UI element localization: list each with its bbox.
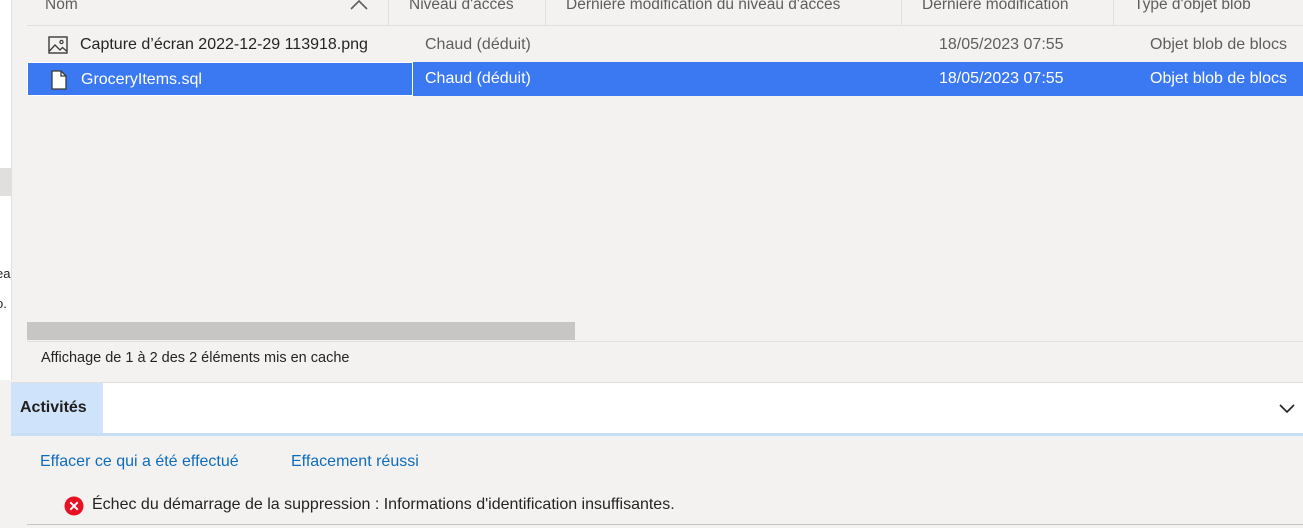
divider (27, 341, 1303, 342)
column-header-name[interactable]: Nom (27, 0, 388, 25)
nav-selected-item[interactable] (0, 168, 11, 196)
chevron-down-icon[interactable] (1277, 399, 1297, 419)
clear-successful-link[interactable]: Effacement réussi (291, 453, 419, 471)
cell-access-tier: Chaud (déduit) (425, 36, 531, 53)
status-text: Affichage de 1 à 2 des 2 éléments mis en… (41, 350, 350, 366)
cell-name[interactable]: GroceryItems.sql (27, 62, 413, 96)
cell-name[interactable]: Capture d’écran 2022-12-29 113918.png (27, 28, 413, 62)
column-header-label: Dernière modification du niveau d'accès (566, 0, 841, 13)
image-file-icon (48, 36, 68, 54)
error-icon (64, 496, 84, 516)
horizontal-scrollbar-thumb[interactable] (27, 322, 575, 340)
table-row-selected[interactable]: GroceryItems.sql Chaud (déduit) 18/05/20… (27, 62, 1303, 96)
column-header-access-tier[interactable]: Niveau d'accès (388, 0, 545, 25)
activities-header: Activités (11, 382, 1303, 436)
table-header: Nom Niveau d'accès Dernière modification… (27, 0, 1303, 26)
chevron-up-icon[interactable] (348, 0, 370, 16)
cell-last-modified: 18/05/2023 07:55 (939, 36, 1064, 53)
column-header-tier-modified[interactable]: Dernière modification du niveau d'accès (545, 0, 901, 25)
cell-access-tier: Chaud (déduit) (425, 70, 531, 87)
left-navigation-pane: ea o. (0, 0, 12, 380)
column-header-label: Dernière modification (922, 0, 1069, 13)
horizontal-scrollbar[interactable] (27, 322, 1303, 340)
activity-message: Échec du démarrage de la suppression : I… (92, 496, 675, 513)
divider (27, 524, 1303, 525)
table-row[interactable]: Capture d’écran 2022-12-29 113918.png Ch… (27, 28, 1303, 62)
cell-blob-type: Objet blob de blocs (1150, 36, 1287, 53)
file-name: Capture d’écran 2022-12-29 113918.png (80, 36, 368, 53)
clear-completed-link[interactable]: Effacer ce qui a été effectué (40, 453, 239, 471)
column-header-label: Type d'objet blob (1134, 0, 1251, 13)
column-header-blob-type[interactable]: Type d'objet blob (1113, 0, 1303, 25)
activities-tab[interactable]: Activités (11, 383, 103, 433)
nav-text-fragment: ea (0, 266, 11, 281)
column-header-label: Niveau d'accès (409, 0, 514, 13)
file-name: GroceryItems.sql (81, 71, 202, 88)
column-header-last-modified[interactable]: Dernière modification (901, 0, 1113, 25)
column-header-label: Nom (45, 0, 78, 13)
nav-text-fragment: o. (0, 296, 7, 311)
cell-last-modified: 18/05/2023 07:55 (939, 70, 1064, 87)
document-file-icon (51, 70, 67, 90)
cell-blob-type: Objet blob de blocs (1150, 70, 1287, 87)
